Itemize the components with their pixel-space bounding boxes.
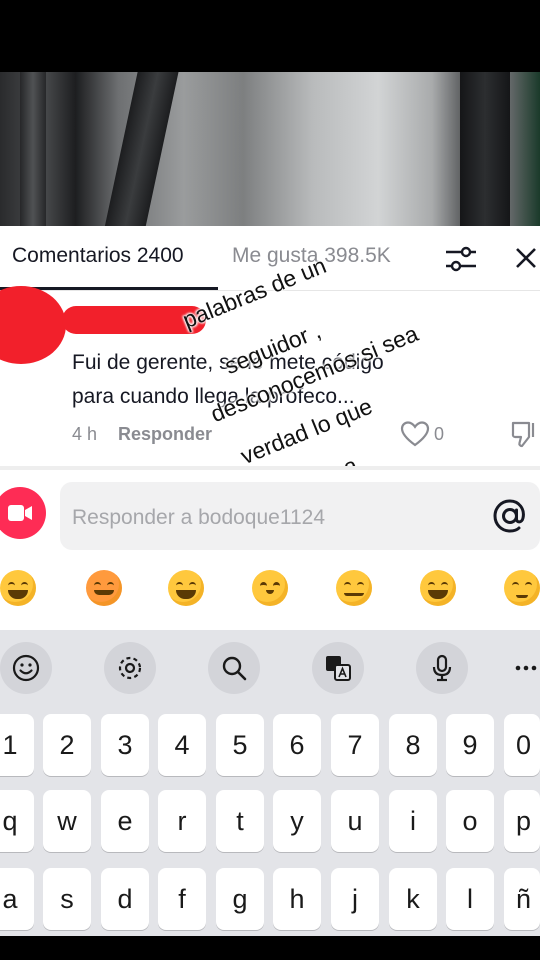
reply-placeholder: Responder a bodoque1124 xyxy=(72,506,325,529)
key-g[interactable]: g xyxy=(216,868,264,930)
keyboard-toolbar xyxy=(0,630,540,704)
key-9[interactable]: 9 xyxy=(446,714,494,776)
key-0[interactable]: 0 xyxy=(504,714,540,776)
key-k[interactable]: k xyxy=(389,868,437,930)
top-black-bar xyxy=(0,0,540,72)
key-7[interactable]: 7 xyxy=(331,714,379,776)
emoji-icon xyxy=(12,654,40,682)
video-pole-right xyxy=(460,72,510,232)
key-u[interactable]: u xyxy=(331,790,379,852)
video-pole-left xyxy=(20,72,46,232)
filter-icon[interactable] xyxy=(444,244,478,274)
dislike-icon[interactable] xyxy=(510,419,540,449)
key-5[interactable]: 5 xyxy=(216,714,264,776)
emoji-pleading[interactable] xyxy=(504,570,540,606)
comments-sheet: Comentarios 2400 Me gusta 398.5K Fui de … xyxy=(0,226,540,513)
key-6[interactable]: 6 xyxy=(273,714,321,776)
key-h[interactable]: h xyxy=(273,868,321,930)
key-t[interactable]: t xyxy=(216,790,264,852)
emoji-grinning-sweat[interactable] xyxy=(420,570,456,606)
key-enye[interactable]: ñ xyxy=(504,868,540,930)
emoji-button[interactable] xyxy=(0,642,52,694)
key-o[interactable]: o xyxy=(446,790,494,852)
emoji-grinning-squinting[interactable] xyxy=(0,570,36,606)
emoji-tears-of-joy[interactable] xyxy=(168,570,204,606)
key-d[interactable]: d xyxy=(101,868,149,930)
heart-icon[interactable] xyxy=(400,420,430,448)
tab-comments[interactable]: Comentarios 2400 xyxy=(12,244,184,268)
reply-area: Responder a bodoque1124 xyxy=(0,470,540,635)
key-a[interactable]: a xyxy=(0,868,34,930)
key-e[interactable]: e xyxy=(101,790,149,852)
more-icon xyxy=(515,665,537,671)
emoji-smirking[interactable] xyxy=(336,570,372,606)
video-camera-icon xyxy=(8,505,32,521)
key-1[interactable]: 1 xyxy=(0,714,34,776)
mic-icon xyxy=(432,654,452,682)
video-pole xyxy=(100,72,180,232)
settings-icon xyxy=(118,656,142,680)
key-q[interactable]: q xyxy=(0,790,34,852)
comments-tabs: Comentarios 2400 Me gusta 398.5K xyxy=(0,226,540,291)
tab-likes[interactable]: Me gusta 398.5K xyxy=(232,244,391,268)
keyboard: 1 2 3 4 5 6 7 8 9 0 q w e r t y u i o p … xyxy=(0,630,540,936)
key-l[interactable]: l xyxy=(446,868,494,930)
emoji-smiling-with-hearts[interactable] xyxy=(86,570,122,606)
key-i[interactable]: i xyxy=(389,790,437,852)
like-count: 0 xyxy=(434,424,445,444)
key-f[interactable]: f xyxy=(158,868,206,930)
voice-button[interactable] xyxy=(416,642,468,694)
emoji-flushed[interactable] xyxy=(252,570,288,606)
comment-line-1: Fui de gerente, se le mete código xyxy=(72,351,384,374)
bottom-black-bar xyxy=(0,936,540,960)
key-w[interactable]: w xyxy=(43,790,91,852)
close-icon[interactable] xyxy=(512,244,540,272)
redacted-avatar xyxy=(0,286,66,364)
key-4[interactable]: 4 xyxy=(158,714,206,776)
key-j[interactable]: j xyxy=(331,868,379,930)
key-2[interactable]: 2 xyxy=(43,714,91,776)
key-s[interactable]: s xyxy=(43,868,91,930)
key-p[interactable]: p xyxy=(504,790,540,852)
reply-link[interactable]: Responder xyxy=(118,424,212,445)
video-frame[interactable] xyxy=(0,72,540,232)
mention-icon[interactable] xyxy=(490,496,530,536)
redacted-username xyxy=(62,306,206,334)
key-8[interactable]: 8 xyxy=(389,714,437,776)
translate-button[interactable] xyxy=(312,642,364,694)
more-button[interactable] xyxy=(500,642,540,694)
translate-icon xyxy=(326,656,351,681)
search-button[interactable] xyxy=(208,642,260,694)
comment-line-2: para cuando llega la profeco... xyxy=(72,385,355,408)
key-r[interactable]: r xyxy=(158,790,206,852)
comment-time: 4 h xyxy=(72,424,98,444)
key-3[interactable]: 3 xyxy=(101,714,149,776)
key-y[interactable]: y xyxy=(273,790,321,852)
settings-button[interactable] xyxy=(104,642,156,694)
camera-button[interactable] xyxy=(0,487,46,539)
comment-text: Fui de gerente, se le mete código para c… xyxy=(72,346,512,414)
search-icon xyxy=(222,656,247,681)
